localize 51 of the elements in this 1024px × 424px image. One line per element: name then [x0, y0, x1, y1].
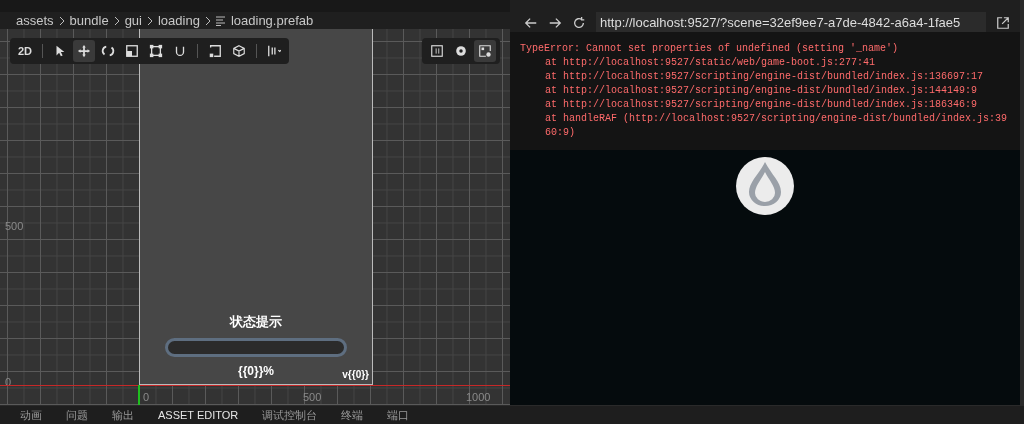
scale-icon — [125, 44, 139, 58]
error-line: at http://localhost:9527/scripting/engine-dist/bundled/index.js:186346:9 — [544, 98, 979, 112]
breadcrumb-item[interactable]: loading — [158, 14, 200, 27]
chevron-icon — [147, 15, 153, 26]
logo-drawing — [735, 156, 795, 216]
file-icon — [215, 15, 226, 26]
forward-icon[interactable] — [548, 16, 562, 30]
cube-icon — [232, 44, 246, 58]
image-settings-icon — [478, 44, 492, 58]
version-label: v{{0}} — [342, 368, 369, 382]
panel-tab[interactable]: 调试控制台 — [262, 409, 318, 421]
breadcrumb-item[interactable]: bundle — [69, 14, 109, 27]
error-line: at http://localhost:9527/scripting/engine-dist/bundled/index.js:136697:17 — [544, 70, 985, 84]
panel-tab[interactable]: ASSET EDITOR — [158, 409, 239, 421]
move-button[interactable] — [73, 40, 95, 62]
url-field[interactable]: http://localhost:9527/?scene=32ef9ee7-a7de-4842-a6a4-1fae5 — [596, 12, 986, 34]
error-line: at http://localhost:9527/static/web/game-boot.js:277:41 — [544, 56, 877, 70]
axis-label: 500 — [5, 221, 24, 232]
percent-label: {{0}}% — [238, 363, 274, 380]
breadcrumb-file[interactable]: loading.prefab — [230, 14, 314, 27]
chevron-icon — [113, 15, 120, 26]
error-line: at http://localhost:9527/scripting/engine-dist/bundled/index.js:144149:9 — [544, 84, 979, 98]
frame-icon — [208, 44, 222, 58]
error-line: TypeError: Cannot set properties of undefined (setting '_name') — [520, 42, 900, 56]
axis-label: 0 — [143, 392, 150, 403]
chevron-icon — [58, 15, 65, 26]
open-external-icon[interactable] — [996, 16, 1010, 30]
breadcrumb-item[interactable]: gui — [124, 14, 142, 27]
back-icon[interactable] — [524, 16, 538, 30]
panel-tab[interactable]: 输出 — [112, 409, 134, 421]
breadcrumb-item[interactable]: assets — [16, 14, 54, 27]
axis-label: 1000 — [466, 392, 491, 403]
settings-icon — [454, 44, 468, 58]
rect-tool-icon — [149, 44, 163, 58]
panel-tab[interactable]: 问题 — [66, 409, 88, 421]
image-settings-button[interactable] — [474, 40, 496, 62]
magnet-icon — [173, 44, 187, 58]
rotate-icon — [101, 44, 115, 58]
panel-tab[interactable]: 端口 — [387, 409, 410, 421]
y-axis-line — [138, 385, 140, 405]
chevron-icon — [204, 15, 211, 26]
error-line: at handleRAF (http://localhost:9527/scripting/engine-dist/bundled/index.js:3960:9) — [544, 112, 1009, 140]
mode-2d-button[interactable]: 2D — [14, 40, 36, 62]
align-icon — [267, 44, 281, 58]
panel-tab[interactable]: 动画 — [20, 409, 42, 421]
axis-label: 500 — [303, 392, 322, 403]
move-icon — [77, 44, 91, 58]
reload-icon[interactable] — [572, 16, 586, 30]
status-label: 状态提示 — [230, 312, 282, 331]
panel-tab[interactable]: 终端 — [341, 409, 364, 421]
panel-icon — [430, 44, 444, 58]
